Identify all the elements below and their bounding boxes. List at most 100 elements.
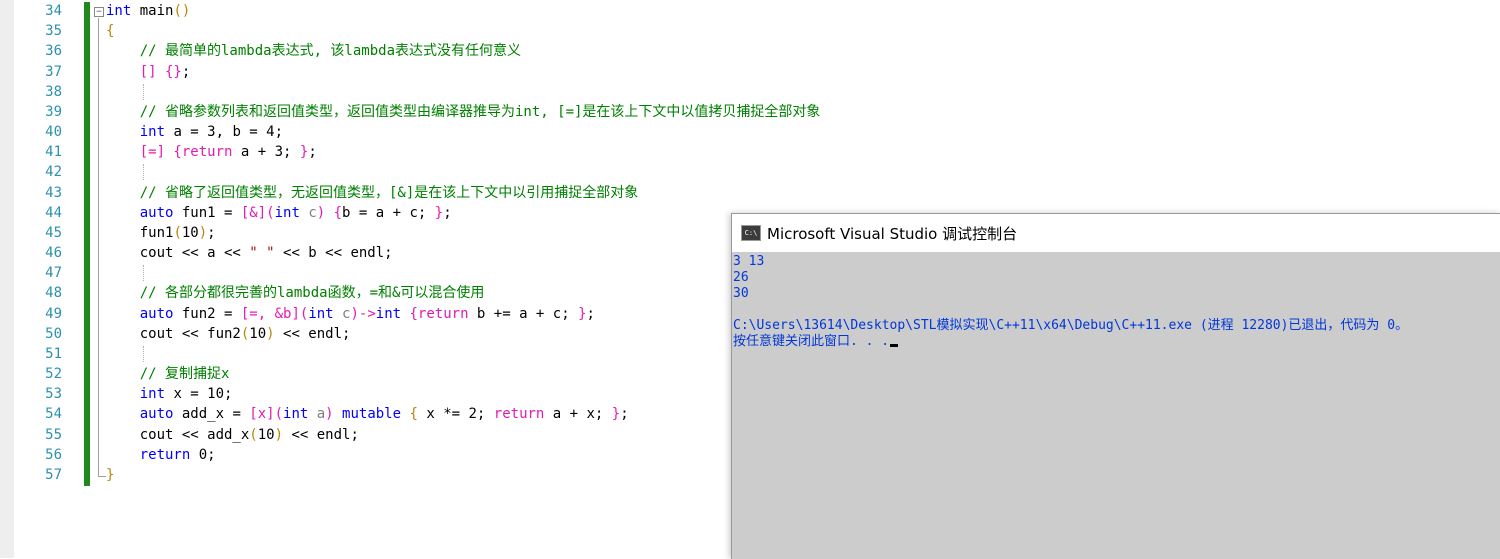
code-line[interactable]: // 复制捕捉x bbox=[106, 364, 230, 384]
code-token: cout << a << bbox=[106, 245, 250, 262]
line-number: 45 bbox=[45, 224, 62, 241]
code-token: return bbox=[493, 406, 545, 423]
indent-guide bbox=[143, 345, 144, 362]
line-number: 51 bbox=[45, 345, 62, 362]
code-token: ) bbox=[325, 406, 343, 423]
code-token: // 各部分都很完善的lambda函数，=和&可以混合使用 bbox=[106, 285, 485, 302]
indent-guide bbox=[143, 83, 144, 100]
code-token: auto bbox=[139, 406, 174, 423]
code-line[interactable]: int x = 10; bbox=[106, 384, 233, 404]
console-output-line: 3 13 bbox=[733, 254, 764, 270]
code-token: a + x; bbox=[544, 406, 612, 423]
console-app-icon: C:\ bbox=[741, 225, 761, 241]
code-token: return bbox=[139, 446, 191, 463]
code-token: int bbox=[274, 204, 300, 221]
code-line[interactable]: auto add_x = [x](int a) mutable { x *= 2… bbox=[106, 404, 629, 424]
code-token: c bbox=[333, 305, 351, 322]
code-line[interactable]: [=] {return a + 3; }; bbox=[106, 142, 317, 162]
code-token: ) bbox=[266, 325, 275, 342]
code-token: int bbox=[139, 386, 166, 403]
code-token: () bbox=[173, 3, 191, 19]
line-number: 50 bbox=[45, 325, 62, 342]
code-token: } bbox=[434, 204, 444, 221]
code-line[interactable]: // 最简单的lambda表达式, 该lambda表达式没有任何意义 bbox=[106, 41, 521, 61]
code-token: auto bbox=[139, 305, 174, 322]
code-token: a = 3, b = 4; bbox=[165, 124, 284, 141]
code-line[interactable]: // 各部分都很完善的lambda函数，=和&可以混合使用 bbox=[106, 283, 485, 303]
code-token: // 最简单的lambda表达式, 该lambda表达式没有任何意义 bbox=[106, 43, 522, 60]
console-title: Microsoft Visual Studio 调试控制台 bbox=[767, 225, 1018, 243]
code-token: << endl; bbox=[274, 325, 351, 342]
code-token: } bbox=[611, 406, 621, 423]
code-token: ) { bbox=[316, 204, 343, 221]
code-token: fun1 = bbox=[173, 204, 241, 221]
code-line[interactable]: fun1(10); bbox=[106, 223, 216, 243]
line-number: 35 bbox=[45, 23, 62, 40]
collapse-toggle-icon[interactable]: − bbox=[94, 7, 104, 17]
code-token: return bbox=[417, 305, 469, 322]
line-number: 39 bbox=[45, 103, 62, 120]
code-line[interactable]: auto fun2 = [=, &b](int c)->int {return … bbox=[106, 304, 595, 324]
code-token: c bbox=[299, 204, 317, 221]
line-number: 42 bbox=[45, 164, 62, 181]
code-line[interactable]: cout << a << " " << b << endl; bbox=[106, 243, 393, 263]
code-token: } bbox=[578, 305, 587, 322]
code-line[interactable]: cout << add_x(10) << endl; bbox=[106, 425, 359, 445]
code-line[interactable]: int main() bbox=[106, 1, 190, 21]
change-tracking-bar bbox=[84, 2, 90, 486]
line-number: 49 bbox=[45, 305, 62, 322]
code-token: ; bbox=[586, 305, 595, 322]
code-token: ; bbox=[207, 224, 216, 241]
console-output-line: 26 bbox=[733, 270, 749, 286]
code-line[interactable]: auto fun1 = [&](int c) {b = a + c; }; bbox=[106, 203, 452, 223]
code-token: ; bbox=[443, 204, 452, 221]
outline-guide bbox=[98, 18, 99, 476]
code-token: cout << fun2 bbox=[106, 325, 241, 342]
line-number: 52 bbox=[45, 366, 62, 383]
code-token: << b << endl; bbox=[274, 245, 393, 262]
code-token: int bbox=[139, 124, 166, 141]
code-token: << endl; bbox=[283, 426, 359, 443]
code-token: 10 bbox=[181, 224, 199, 241]
line-number: 47 bbox=[45, 265, 62, 282]
editor-left-margin bbox=[0, 0, 14, 558]
code-line[interactable]: [] {}; bbox=[106, 62, 191, 82]
code-line[interactable]: // 省略了返回值类型，无返回值类型，[&]是在该上下文中以引用捕捉全部对象 bbox=[106, 183, 639, 203]
code-line[interactable]: cout << fun2(10) << endl; bbox=[106, 324, 351, 344]
code-line[interactable]: return 0; bbox=[106, 445, 216, 465]
line-number: 43 bbox=[45, 184, 62, 201]
code-token: { bbox=[106, 23, 115, 40]
code-token: " " bbox=[249, 245, 275, 262]
code-token: 10 bbox=[249, 325, 267, 342]
code-token: // 省略了返回值类型，无返回值类型，[&]是在该上下文中以引用捕捉全部对象 bbox=[106, 184, 639, 201]
code-token: { bbox=[401, 305, 418, 322]
line-number: 41 bbox=[45, 144, 62, 161]
console-output-text: 按任意键关闭此窗口. . . bbox=[733, 334, 890, 349]
code-token: // 复制捕捉x bbox=[106, 366, 230, 383]
code-token: a bbox=[308, 406, 326, 423]
code-token: ; bbox=[308, 144, 317, 161]
code-token: [] {} bbox=[139, 63, 182, 80]
code-token: int bbox=[308, 305, 334, 322]
code-token: fun2 = bbox=[173, 305, 241, 322]
code-token: ; bbox=[620, 406, 629, 423]
line-number: 57 bbox=[45, 466, 62, 483]
debug-console-window[interactable]: C:\ Microsoft Visual Studio 调试控制台 3 13 26… bbox=[731, 213, 1500, 559]
code-token: ( bbox=[249, 426, 258, 443]
console-output[interactable]: 3 13 26 30 C:\Users\13614\Desktop\STL模拟实现\C… bbox=[732, 252, 1500, 559]
code-line[interactable]: { bbox=[106, 21, 114, 41]
code-line[interactable]: int a = 3, b = 4; bbox=[106, 122, 283, 142]
code-line[interactable]: // 省略参数列表和返回值类型，返回值类型由编译器推导为int, [=]是在该上… bbox=[106, 102, 821, 122]
indent-guide bbox=[143, 164, 144, 181]
console-titlebar[interactable]: C:\ Microsoft Visual Studio 调试控制台 bbox=[732, 214, 1500, 252]
code-token: 0; bbox=[190, 446, 216, 463]
code-token: // 省略参数列表和返回值类型，返回值类型由编译器推导为int, [=]是在该上… bbox=[106, 103, 821, 120]
code-token: cout << add_x bbox=[106, 426, 250, 443]
code-token: add_x = bbox=[173, 406, 250, 423]
code-line[interactable]: } bbox=[106, 465, 114, 485]
console-output-line: C:\Users\13614\Desktop\STL模拟实现\C++11\x64… bbox=[733, 318, 1408, 334]
code-token: x *= 2; bbox=[426, 406, 494, 423]
